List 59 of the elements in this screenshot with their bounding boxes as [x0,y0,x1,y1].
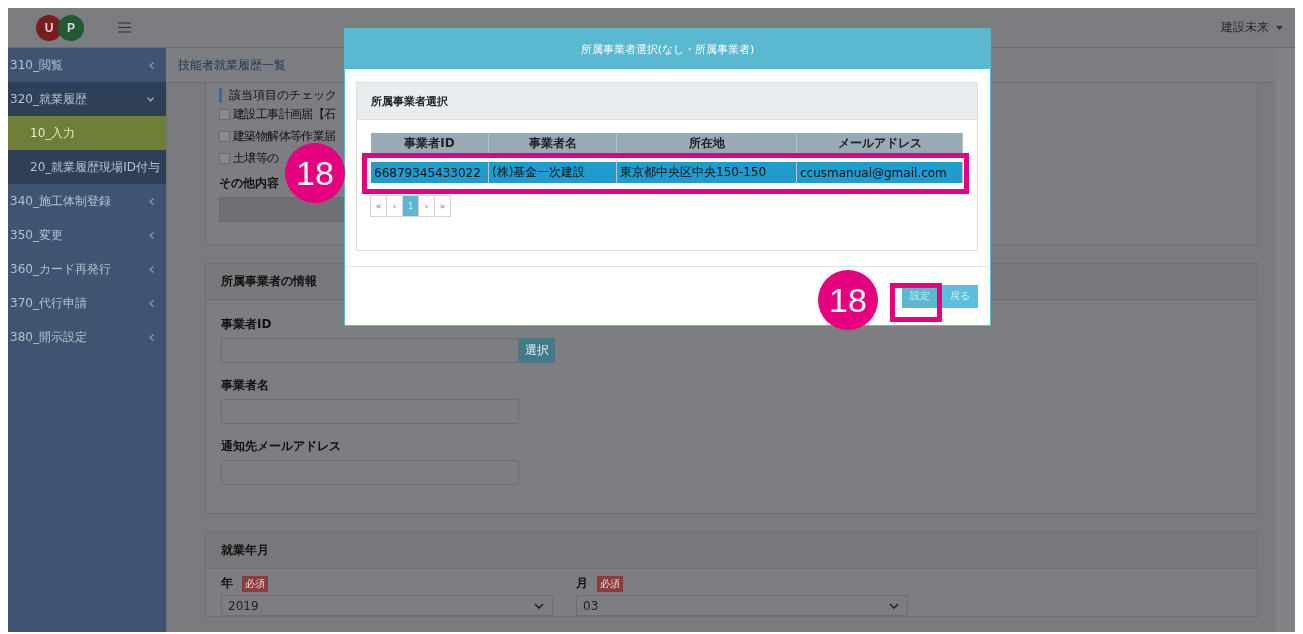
checkbox-label: 建築物解体等作業届 [233,127,336,145]
chevron-left-icon [149,299,154,307]
chevron-down-icon [534,602,544,609]
sidebar-item[interactable]: 340_施工体制登録 [8,184,166,218]
field-label: 年 [221,575,233,592]
sidebar-subitem[interactable]: 10_入力 [8,116,166,150]
chevron-left-icon [149,197,154,205]
dialog-title: 所属事業者選択(なし・所属事業者) [345,29,990,69]
page-button[interactable]: » [434,195,451,217]
sidebar-item[interactable]: 370_代行申請 [8,286,166,320]
sidebar-item[interactable]: 380_開示設定 [8,320,166,354]
logo-badge: P [58,14,84,41]
checkbox-label: 土壌等の [233,149,279,167]
table-cell: 東京都中央区中央150-150 [617,162,797,183]
dropdown[interactable]: 03 [576,595,908,616]
checkbox[interactable] [219,152,230,164]
chevron-left-icon [149,265,154,273]
sidebar-item[interactable]: 310_閲覧 [8,48,166,82]
sidebar-item[interactable]: 360_カード再発行 [8,252,166,286]
dropdown[interactable]: 2019 [221,595,553,616]
sidebar-item[interactable]: 350_変更 [8,218,166,252]
table-cell: 66879345433022 [371,162,489,183]
logo-badge: U [36,14,62,41]
input-field[interactable] [221,338,519,363]
required-badge: 必須 [597,575,623,592]
breadcrumb-link[interactable]: 技能者就業履歴一覧 [178,56,286,74]
instruction-text: 該当項目のチェック [219,88,337,103]
table-row[interactable]: 66879345433022 (株)基金一次建設 東京都中央区中央150-150 ccusmanual@gmail.com [371,162,963,183]
required-badge: 必須 [242,575,268,592]
column-header: メールアドレス [797,133,963,154]
field-label: 事業者ID [221,316,272,333]
column-header: 事業者ID [371,133,489,154]
menu-icon[interactable] [118,22,131,33]
caret-icon [1276,25,1283,30]
highlight-frame [890,283,942,322]
section-title: 就業年月 [221,542,269,559]
table-cell: (株)基金一次建設 [489,162,617,183]
column-header: 所在地 [617,133,797,154]
chevron-left-icon [149,231,154,239]
chevron-left-icon [149,61,154,69]
sidebar-subitem[interactable]: 20_就業履歴現場ID付与 [8,150,166,184]
field-label: 通知先メールアドレス [221,438,341,455]
panel-title: 所属事業者選択 [371,93,448,109]
scrollbar[interactable] [1276,48,1295,632]
field-label: 月 [576,575,588,592]
chevron-down-icon [889,602,899,609]
section-title: 所属事業者の情報 [221,273,317,290]
sidebar-item[interactable]: 320_就業履歴 [8,82,166,116]
field-label: その他内容 [219,175,279,192]
checkbox-label: 建設工事計画届【石 [233,105,336,123]
chevron-left-icon [149,333,154,341]
checkbox[interactable] [219,108,230,120]
user-menu[interactable]: 建設未来 [1221,19,1295,36]
column-header: 事業者名 [489,133,617,154]
table-cell: ccusmanual@gmail.com [797,162,963,183]
select-button[interactable]: 選択 [519,338,555,363]
chevron-down-icon [147,96,154,102]
field-label: 事業者名 [221,377,269,394]
checkbox[interactable] [219,130,230,142]
